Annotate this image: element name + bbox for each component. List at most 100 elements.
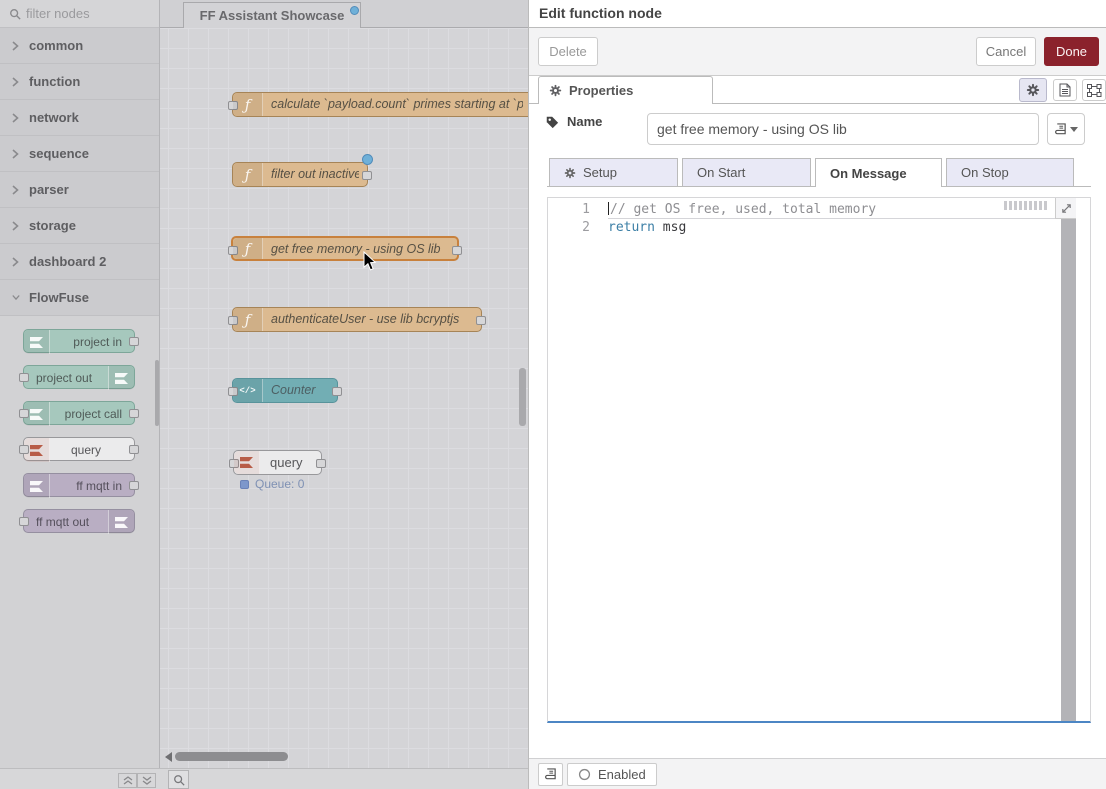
flow-tab[interactable]: FF Assistant Showcase xyxy=(183,2,361,28)
appearance-icon-button[interactable] xyxy=(1082,79,1106,101)
node-label: Counter xyxy=(271,379,329,402)
enabled-toggle-button[interactable]: Enabled xyxy=(567,763,657,786)
node-changed-dot xyxy=(362,154,373,165)
palette-node-project-call[interactable]: project call xyxy=(23,401,135,425)
palette-footer xyxy=(0,768,160,789)
chevron-right-icon xyxy=(12,257,20,267)
tab-on-start[interactable]: On Start xyxy=(682,158,811,187)
tray-title: Edit function node xyxy=(529,0,1106,28)
input-port[interactable] xyxy=(19,445,29,454)
node-get-free-memory[interactable]: ƒ get free memory - using OS lib xyxy=(231,236,459,261)
expand-editor-button[interactable] xyxy=(1055,198,1076,219)
flow-tab-label: FF Assistant Showcase xyxy=(200,8,345,23)
book-icon xyxy=(544,768,557,781)
output-port[interactable] xyxy=(129,337,139,346)
chevron-right-icon xyxy=(12,41,20,51)
node-label: authenticateUser - use lib bcryptjs xyxy=(271,308,473,331)
input-port[interactable] xyxy=(19,409,29,418)
code-editor[interactable]: 1 2 // get OS free, used, total memory r… xyxy=(547,197,1091,723)
expand-all-button[interactable] xyxy=(137,773,156,788)
palette-node-project-out[interactable]: project out xyxy=(23,365,135,389)
node-authenticate-user[interactable]: ƒ authenticateUser - use lib bcryptjs xyxy=(232,307,482,332)
tray-tab-row: Properties xyxy=(529,76,1106,104)
tab-on-message[interactable]: On Message xyxy=(815,158,942,187)
palette-category-function[interactable]: function xyxy=(0,64,159,100)
category-label: common xyxy=(29,38,83,53)
flowfuse-icon xyxy=(234,451,260,474)
tab-label: Setup xyxy=(583,165,617,180)
tab-properties[interactable]: Properties xyxy=(538,76,713,104)
name-input[interactable] xyxy=(647,113,1039,145)
node-calculate-primes[interactable]: ƒ calculate `payload.count` primes start… xyxy=(232,92,528,117)
cancel-button[interactable]: Cancel xyxy=(976,37,1036,66)
canvas-footer xyxy=(160,768,528,789)
library-footer-button[interactable] xyxy=(538,763,563,786)
palette-category-storage[interactable]: storage xyxy=(0,208,159,244)
node-filter-out-inactive[interactable]: ƒ filter out inactive xyxy=(232,162,368,187)
object-group-icon xyxy=(1087,84,1102,97)
palette-scrollbar[interactable] xyxy=(155,360,159,426)
output-port[interactable] xyxy=(476,316,486,325)
tab-on-stop[interactable]: On Stop xyxy=(946,158,1074,187)
function-node-icon: ƒ xyxy=(233,238,263,259)
chevron-right-icon xyxy=(12,113,20,123)
output-port[interactable] xyxy=(362,171,372,180)
palette-filter[interactable] xyxy=(0,0,159,28)
palette-category-common[interactable]: common xyxy=(0,28,159,64)
output-port[interactable] xyxy=(129,481,139,490)
palette-category-network[interactable]: network xyxy=(0,100,159,136)
chevron-right-icon xyxy=(12,185,20,195)
output-port[interactable] xyxy=(129,445,139,454)
collapse-all-button[interactable] xyxy=(118,773,137,788)
scroll-left-arrow-icon[interactable] xyxy=(165,752,173,762)
properties-icon-button[interactable] xyxy=(1019,78,1047,102)
category-label: dashboard 2 xyxy=(29,254,106,269)
horizontal-scrollbar[interactable] xyxy=(175,752,288,761)
node-query[interactable]: query xyxy=(233,450,322,475)
palette-category-dashboard2[interactable]: dashboard 2 xyxy=(0,244,159,280)
tab-properties-label: Properties xyxy=(569,83,633,98)
book-icon xyxy=(1054,123,1067,136)
output-port[interactable] xyxy=(332,387,342,396)
delete-button[interactable]: Delete xyxy=(538,37,598,66)
node-counter[interactable]: </> Counter xyxy=(232,378,338,403)
vertical-scrollbar[interactable] xyxy=(519,368,526,426)
function-node-icon: ƒ xyxy=(233,163,263,186)
palette-node-project-in[interactable]: project in xyxy=(23,329,135,353)
enabled-label: Enabled xyxy=(598,767,646,782)
function-glyph: ƒ xyxy=(245,166,251,184)
line-number: 2 xyxy=(560,220,590,235)
output-port[interactable] xyxy=(452,246,462,255)
palette-node-query[interactable]: query xyxy=(23,437,135,461)
input-port[interactable] xyxy=(19,517,29,526)
library-button[interactable] xyxy=(1047,113,1085,145)
flow-canvas[interactable]: FF Assistant Showcase ƒ calculate `paylo… xyxy=(160,0,528,789)
palette-category-flowfuse[interactable]: FlowFuse xyxy=(0,280,159,316)
node-label: query xyxy=(270,451,313,474)
tag-icon xyxy=(545,115,559,129)
tray-toolbar: Delete Cancel Done xyxy=(529,28,1106,76)
code-text: msg xyxy=(655,220,686,235)
tray-footer: Enabled xyxy=(529,758,1106,789)
tab-label: On Message xyxy=(830,166,907,181)
done-button[interactable]: Done xyxy=(1044,37,1099,66)
description-icon-button[interactable] xyxy=(1053,79,1077,101)
input-port[interactable] xyxy=(19,373,29,382)
tab-setup[interactable]: Setup xyxy=(549,158,678,187)
output-port[interactable] xyxy=(316,459,326,468)
code-line-1: // get OS free, used, total memory xyxy=(608,201,1072,219)
palette-node-ff-mqtt-in[interactable]: ff mqtt in xyxy=(23,473,135,497)
palette-category-parser[interactable]: parser xyxy=(0,172,159,208)
chevron-right-icon xyxy=(12,77,20,87)
palette-category-sequence[interactable]: sequence xyxy=(0,136,159,172)
line-number: 1 xyxy=(560,202,590,217)
output-port[interactable] xyxy=(129,409,139,418)
palette-node-ff-mqtt-out[interactable]: ff mqtt out xyxy=(23,509,135,533)
palette-node-label: project in xyxy=(24,330,134,354)
canvas-search-button[interactable] xyxy=(168,770,189,789)
editor-scrollbar[interactable] xyxy=(1061,219,1076,721)
palette-filter-input[interactable] xyxy=(26,6,146,21)
category-label: function xyxy=(29,74,80,89)
status-text: Queue: 0 xyxy=(255,477,304,491)
node-label: filter out inactive xyxy=(271,163,359,186)
